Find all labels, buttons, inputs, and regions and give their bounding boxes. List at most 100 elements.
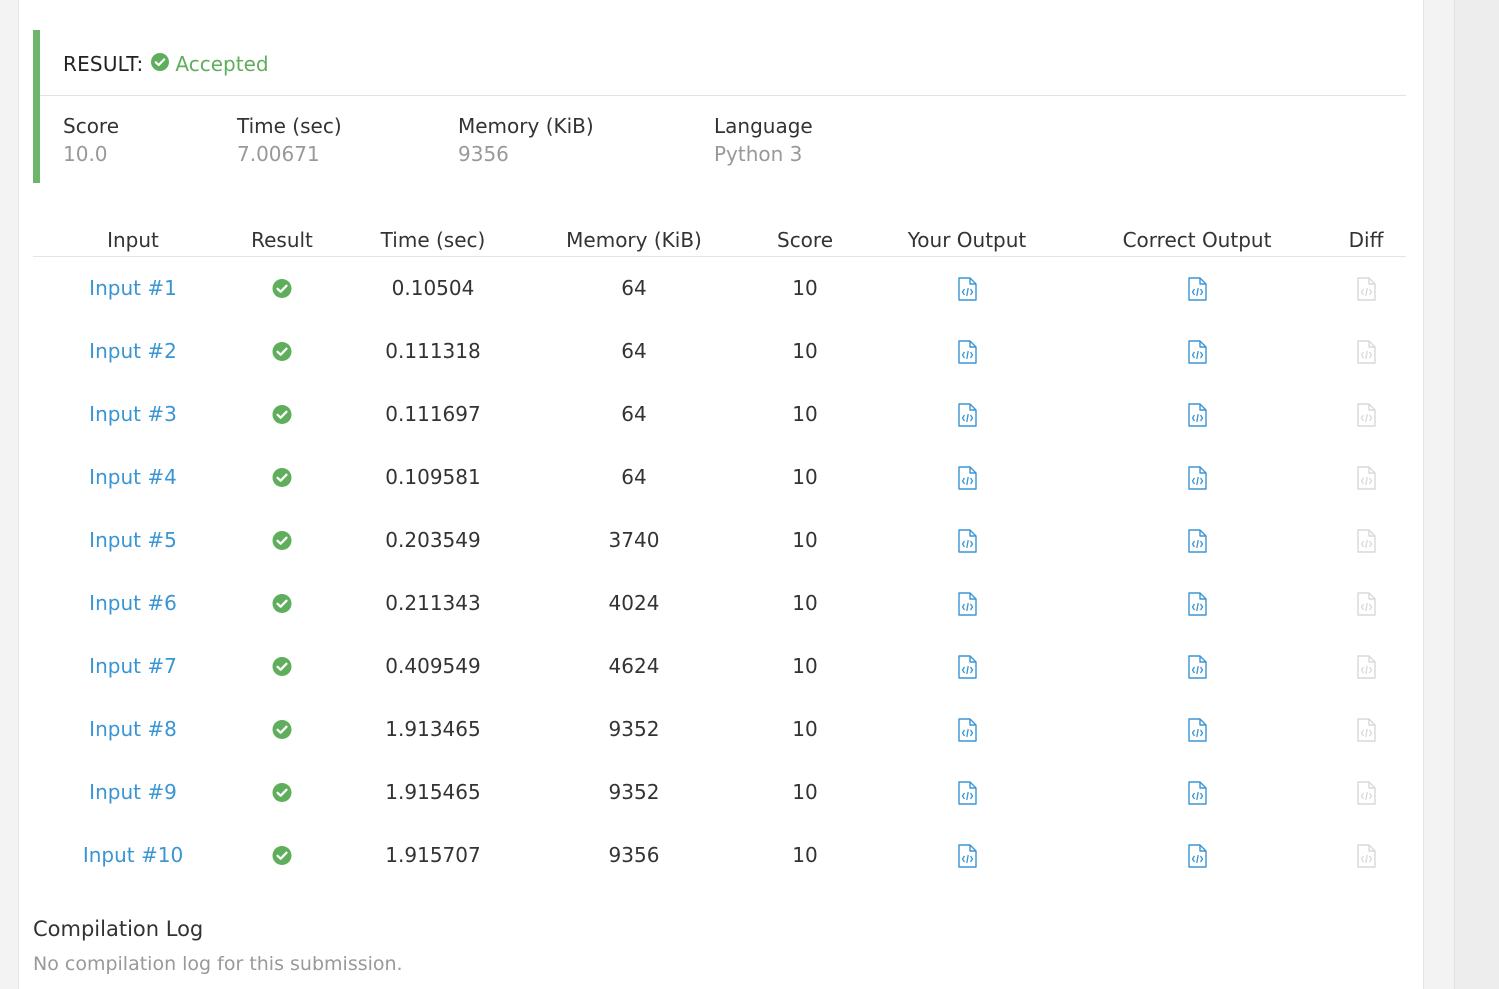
- memory-value: 4024: [608, 591, 660, 615]
- check-circle-icon: [151, 52, 170, 76]
- time-value: 0.111318: [385, 339, 481, 363]
- input-link[interactable]: Input #4: [89, 446, 177, 509]
- input-link[interactable]: Input #6: [89, 572, 177, 635]
- score-value: 10: [792, 780, 818, 804]
- stat-label: Memory (KiB): [458, 114, 594, 138]
- header-score: Score: [776, 228, 834, 252]
- compilation-log-text: No compilation log for this submission.: [33, 953, 403, 975]
- memory-value: 9352: [608, 780, 660, 804]
- table-row: Input #8 1.913465 9352 10: [33, 698, 1406, 761]
- diff-code-file-icon: [1356, 824, 1376, 887]
- score-value: 10: [792, 465, 818, 489]
- stat-memory: Memory (KiB) 9356: [458, 112, 594, 168]
- diff-code-file-icon: [1356, 635, 1376, 698]
- your-output-code-file-icon[interactable]: [957, 572, 977, 635]
- compilation-log-title: Compilation Log: [33, 917, 204, 941]
- stat-time: Time (sec) 7.00671: [237, 112, 342, 168]
- diff-code-file-icon: [1356, 257, 1376, 320]
- check-circle-icon: [272, 824, 292, 887]
- input-link[interactable]: Input #1: [89, 257, 177, 320]
- check-circle-icon: [272, 320, 292, 383]
- table-row: Input #9 1.915465 9352 10: [33, 761, 1406, 824]
- score-value: 10: [792, 339, 818, 363]
- diff-code-file-icon: [1356, 572, 1376, 635]
- input-link[interactable]: Input #2: [89, 320, 177, 383]
- score-value: 10: [792, 276, 818, 300]
- your-output-code-file-icon[interactable]: [957, 383, 977, 446]
- correct-output-code-file-icon[interactable]: [1187, 509, 1207, 572]
- your-output-code-file-icon[interactable]: [957, 446, 977, 509]
- result-header: RESULT: Accepted: [63, 52, 269, 76]
- time-value: 1.915707: [385, 843, 481, 867]
- your-output-code-file-icon[interactable]: [957, 761, 977, 824]
- stat-language: Language Python 3: [714, 112, 813, 168]
- memory-value: 3740: [608, 528, 660, 552]
- score-value: 10: [792, 528, 818, 552]
- your-output-code-file-icon[interactable]: [957, 257, 977, 320]
- diff-code-file-icon: [1356, 509, 1376, 572]
- header-memory: Memory (KiB): [566, 228, 702, 252]
- header-time: Time (sec): [380, 228, 486, 252]
- score-value: 10: [792, 717, 818, 741]
- correct-output-code-file-icon[interactable]: [1187, 257, 1207, 320]
- correct-output-code-file-icon[interactable]: [1187, 383, 1207, 446]
- check-circle-icon: [272, 257, 292, 320]
- page-side-strip: [1454, 0, 1499, 989]
- table-row: Input #5 0.203549 3740 10: [33, 509, 1406, 572]
- diff-code-file-icon: [1356, 320, 1376, 383]
- input-link[interactable]: Input #9: [89, 761, 177, 824]
- your-output-code-file-icon[interactable]: [957, 635, 977, 698]
- header-correct-output: Correct Output: [1122, 228, 1272, 252]
- memory-value: 9356: [608, 843, 660, 867]
- table-row: Input #6 0.211343 4024 10: [33, 572, 1406, 635]
- header-result: Result: [251, 228, 313, 252]
- result-label: RESULT:: [63, 52, 144, 76]
- score-value: 10: [792, 654, 818, 678]
- your-output-code-file-icon[interactable]: [957, 320, 977, 383]
- memory-value: 9352: [608, 717, 660, 741]
- memory-value: 64: [621, 276, 647, 300]
- correct-output-code-file-icon[interactable]: [1187, 698, 1207, 761]
- stat-label: Language: [714, 114, 813, 138]
- stat-label: Time (sec): [237, 114, 342, 138]
- stat-value: 10.0: [63, 142, 108, 166]
- table-row: Input #3 0.111697 64 10: [33, 383, 1406, 446]
- correct-output-code-file-icon[interactable]: [1187, 446, 1207, 509]
- table-row: Input #4 0.109581 64 10: [33, 446, 1406, 509]
- result-divider: [40, 95, 1406, 96]
- input-link[interactable]: Input #7: [89, 635, 177, 698]
- correct-output-code-file-icon[interactable]: [1187, 320, 1207, 383]
- score-value: 10: [792, 402, 818, 426]
- header-your-output: Your Output: [907, 228, 1027, 252]
- check-circle-icon: [272, 698, 292, 761]
- testcase-table-header: Input Result Time (sec) Memory (KiB) Sco…: [33, 225, 1406, 257]
- time-value: 1.913465: [385, 717, 481, 741]
- diff-code-file-icon: [1356, 698, 1376, 761]
- time-value: 0.203549: [385, 528, 481, 552]
- input-link[interactable]: Input #5: [89, 509, 177, 572]
- your-output-code-file-icon[interactable]: [957, 824, 977, 887]
- input-link[interactable]: Input #10: [83, 824, 183, 887]
- correct-output-code-file-icon[interactable]: [1187, 572, 1207, 635]
- result-status: Accepted: [175, 52, 269, 76]
- correct-output-code-file-icon[interactable]: [1187, 635, 1207, 698]
- correct-output-code-file-icon[interactable]: [1187, 761, 1207, 824]
- memory-value: 64: [621, 339, 647, 363]
- score-value: 10: [792, 591, 818, 615]
- score-value: 10: [792, 843, 818, 867]
- your-output-code-file-icon[interactable]: [957, 509, 977, 572]
- header-input: Input: [107, 228, 159, 252]
- correct-output-code-file-icon[interactable]: [1187, 824, 1207, 887]
- memory-value: 64: [621, 465, 647, 489]
- input-link[interactable]: Input #3: [89, 383, 177, 446]
- time-value: 1.915465: [385, 780, 481, 804]
- memory-value: 4624: [608, 654, 660, 678]
- memory-value: 64: [621, 402, 647, 426]
- check-circle-icon: [272, 572, 292, 635]
- input-link[interactable]: Input #8: [89, 698, 177, 761]
- diff-code-file-icon: [1356, 446, 1376, 509]
- your-output-code-file-icon[interactable]: [957, 698, 977, 761]
- check-circle-icon: [272, 761, 292, 824]
- result-summary: RESULT: Accepted Score 10.0 Time (sec) 7…: [33, 30, 1406, 183]
- header-diff: Diff: [1348, 228, 1384, 252]
